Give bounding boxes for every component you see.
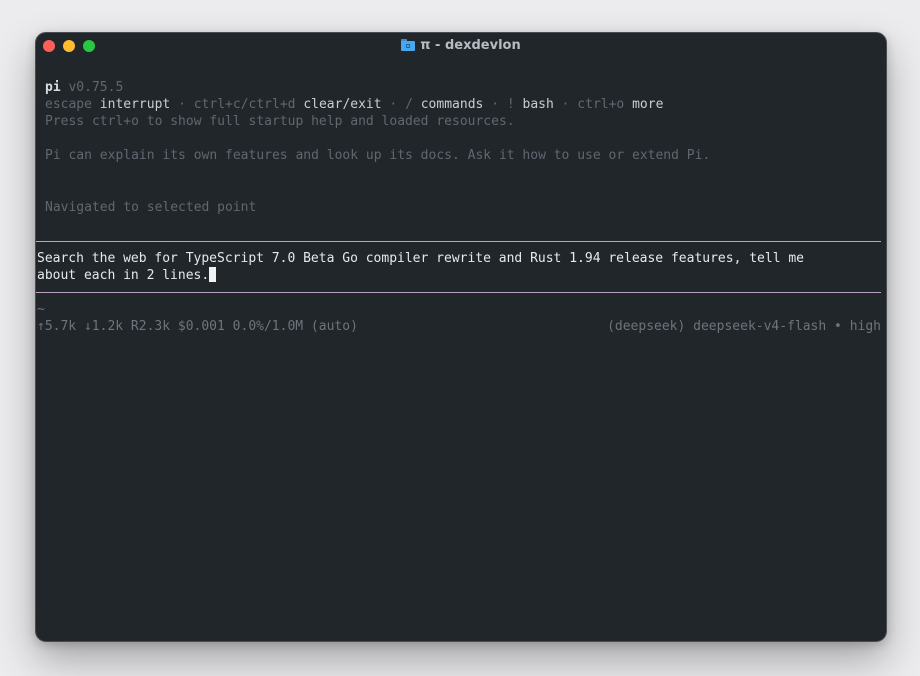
terminal-window: π - dexdevlon pi v0.75.5 escape interrup… [35,32,887,642]
shortcut-separator: · [389,97,398,112]
shortcut-key: / [405,97,413,112]
text-cursor [209,267,217,282]
shortcut-action: commands [420,97,484,112]
model-status: (deepseek) deepseek-v4-flash • high [607,319,881,334]
shortcut-separator: · [491,97,500,112]
prompt-line-2-wrap[interactable]: about each in 2 lines. [37,267,217,284]
shortcut-key: ! [506,97,515,112]
prompt-line-2[interactable]: about each in 2 lines. [37,268,209,283]
prompt-line-1[interactable]: Search the web for TypeScript 7.0 Beta G… [37,250,804,267]
shortcut-key: ctrl+c/ctrl+d [193,97,296,112]
token-usage-status: ↑5.7k ↓1.2k R2.3k $0.001 0.0%/1.0M (auto… [37,319,358,334]
help-hint: Press ctrl+o to show full startup help a… [45,114,515,129]
app-name: pi [45,80,61,95]
window-title-group: π - dexdevlon [36,38,886,54]
terminal-content[interactable]: pi v0.75.5 escape interrupt · ctrl+c/ctr… [36,33,886,424]
app-version: v0.75.5 [68,80,124,95]
navigation-message: Navigated to selected point [45,200,257,215]
input-top-rule [36,241,881,242]
window-title: π - dexdevlon [420,38,521,53]
shortcut-separator: · [561,97,570,112]
version-line: pi v0.75.5 [45,79,123,96]
info-line: Pi can explain its own features and look… [45,148,711,163]
cwd-indicator: ~ [37,302,45,317]
input-bottom-rule [36,292,881,293]
shortcut-key: ctrl+o [577,97,625,112]
shortcut-action: bash [522,97,554,112]
shortcut-line: escape interrupt · ctrl+c/ctrl+d clear/e… [45,96,663,113]
shortcut-separator: · [178,97,186,112]
shortcut-action: interrupt [99,97,171,112]
title-bar[interactable]: π - dexdevlon [36,33,886,60]
shortcut-action: more [632,97,664,112]
shortcut-action: clear/exit [303,97,382,112]
shortcut-key: escape [45,97,92,112]
folder-icon [401,39,416,51]
